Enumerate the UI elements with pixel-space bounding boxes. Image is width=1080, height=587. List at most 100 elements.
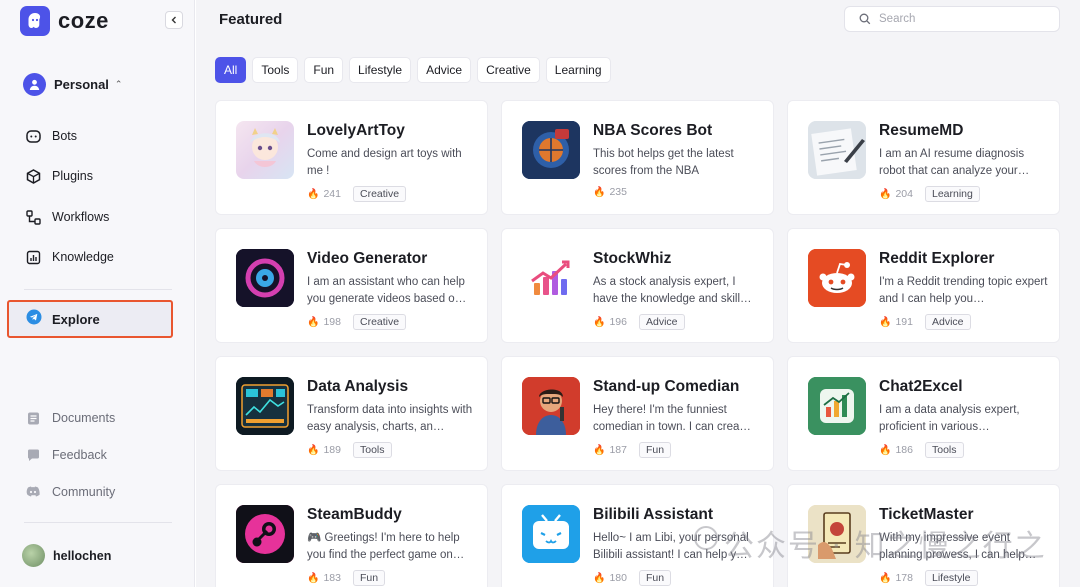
sidebar-item-plugins[interactable]: Plugins [24,166,93,186]
bot-card[interactable]: NBA Scores Bot This bot helps get the la… [501,100,774,215]
bot-description: I am a data analysis expert, proficient … [879,404,1020,433]
usage-count: 204 [895,188,913,200]
sidebar-item-explore[interactable]: Explore [7,300,173,338]
usage-count: 189 [323,444,341,456]
category-tag: Tools [352,442,392,458]
user-profile[interactable]: hellochen [22,544,111,567]
bot-description: I'm a Reddit trending topic expert and I… [879,276,1048,305]
sidebar-item-workflows[interactable]: Workflows [24,207,109,227]
bot-description: This bot helps get the latest scores fro… [593,148,734,177]
bot-meta: 🔥 235 [593,186,627,198]
bot-card[interactable]: Stand-up Comedian Hey there! I'm the fun… [501,356,774,471]
bot-description: I am an AI resume diagnosis robot that c… [879,148,1030,177]
watermark-logo-icon [694,526,718,550]
usage-count: 191 [895,316,913,328]
bot-card[interactable]: LovelyArtToy Come and design art toys wi… [215,100,488,215]
knowledge-icon [24,248,42,266]
workspace-switcher[interactable]: Personal ⌃ [23,73,122,96]
sidebar-item-community[interactable]: Community [24,482,115,502]
bot-description: I am an assistant who can help you gener… [307,276,467,305]
bot-avatar-image [808,249,866,307]
bot-card[interactable]: Video Generator I am an assistant who ca… [215,228,488,343]
bot-avatar-image [522,121,580,179]
sidebar-item-label: Community [52,485,116,499]
search-box[interactable] [844,6,1060,32]
bot-title: SteamBuddy [307,506,402,523]
bot-description: Hello~ I am Libi, your personal Bilibili… [593,532,749,561]
flame-icon: 🔥 [307,444,320,456]
category-tag: Tools [924,442,964,458]
bot-card[interactable]: SteamBuddy 🎮 Greetings! I'm here to help… [215,484,488,587]
usage-count: 198 [323,316,341,328]
sidebar-divider [24,522,172,523]
sidebar-item-label: Documents [52,411,116,425]
document-icon [24,409,42,427]
bot-avatar-image [808,377,866,435]
bot-title: Data Analysis [307,378,409,395]
bot-card[interactable]: ResumeMD I am an AI resume diagnosis rob… [787,100,1060,215]
usage-count: 241 [323,188,341,200]
category-tabs: All Tools Fun Lifestyle Advice Creative … [215,57,617,83]
bot-title: Bilibili Assistant [593,506,714,523]
usage-count: 183 [323,572,341,584]
category-tag: Creative [352,186,407,202]
tab-advice[interactable]: Advice [417,57,472,83]
sidebar-item-feedback[interactable]: Feedback [24,445,107,465]
category-tag: Fun [638,442,672,458]
bot-meta: 🔥 241 Creative [307,186,407,202]
app-name: coze [58,8,109,33]
category-tag: Fun [638,570,672,586]
bot-avatar-image [236,505,294,563]
bot-avatar-image [522,377,580,435]
bot-title: NBA Scores Bot [593,122,713,139]
bot-title: ResumeMD [879,122,964,139]
bot-description: As a stock analysis expert, I have the k… [593,276,752,305]
community-icon [24,483,42,501]
coze-logo-icon [20,6,50,36]
bot-description: 🎮 Greetings! I'm here to help you find t… [307,532,465,561]
collapse-sidebar-button[interactable] [165,11,183,29]
bot-title: Video Generator [307,250,428,267]
tab-learning[interactable]: Learning [545,57,611,83]
sidebar-item-knowledge[interactable]: Knowledge [24,247,114,267]
bot-meta: 🔥 196 Advice [593,314,685,330]
bot-meta: 🔥 183 Fun [307,570,386,586]
sidebar-item-label: Knowledge [52,250,114,264]
bot-card[interactable]: Chat2Excel I am a data analysis expert, … [787,356,1060,471]
sidebar-item-label: Explore [52,311,100,327]
bot-card[interactable]: TicketMaster With my impressive event pl… [787,484,1060,587]
bot-description: Transform data into insights with easy a… [307,404,473,433]
usage-count: 178 [895,572,913,584]
coze-logo[interactable]: coze [20,6,109,36]
bot-title: TicketMaster [879,506,974,523]
tab-lifestyle[interactable]: Lifestyle [349,57,412,83]
bot-title: Chat2Excel [879,378,963,395]
bot-card[interactable]: StockWhiz As a stock analysis expert, I … [501,228,774,343]
bot-meta: 🔥 191 Advice [879,314,971,330]
tab-tools[interactable]: Tools [252,57,299,83]
bot-card[interactable]: Bilibili Assistant Hello~ I am Libi, you… [501,484,774,587]
chevron-updown-icon: ⌃ [114,79,123,89]
flame-icon: 🔥 [307,188,320,200]
sidebar-item-bots[interactable]: Bots [24,126,77,146]
tab-creative[interactable]: Creative [477,57,540,83]
bot-card[interactable]: Reddit Explorer I'm a Reddit trending to… [787,228,1060,343]
category-tag: Learning [924,186,980,202]
sidebar-divider [24,289,172,290]
user-name: hellochen [53,548,112,563]
avatar [22,544,45,567]
tab-fun[interactable]: Fun [304,57,344,83]
search-input[interactable] [879,13,1049,25]
bot-description: Hey there! I'm the funniest comedian in … [593,404,751,433]
sidebar: coze Personal ⌃ Bots Plugins Workflows K… [0,0,195,587]
bot-avatar-image [236,377,294,435]
sidebar-item-documents[interactable]: Documents [24,408,115,428]
feedback-icon [24,446,42,464]
bot-meta: 🔥 187 Fun [593,442,672,458]
bot-title: Stand-up Comedian [593,378,740,395]
category-tag: Advice [924,314,971,330]
bot-card[interactable]: Data Analysis Transform data into insigh… [215,356,488,471]
tab-all[interactable]: All [215,57,247,83]
chevron-left-icon [171,16,176,24]
bot-meta: 🔥 198 Creative [307,314,407,330]
